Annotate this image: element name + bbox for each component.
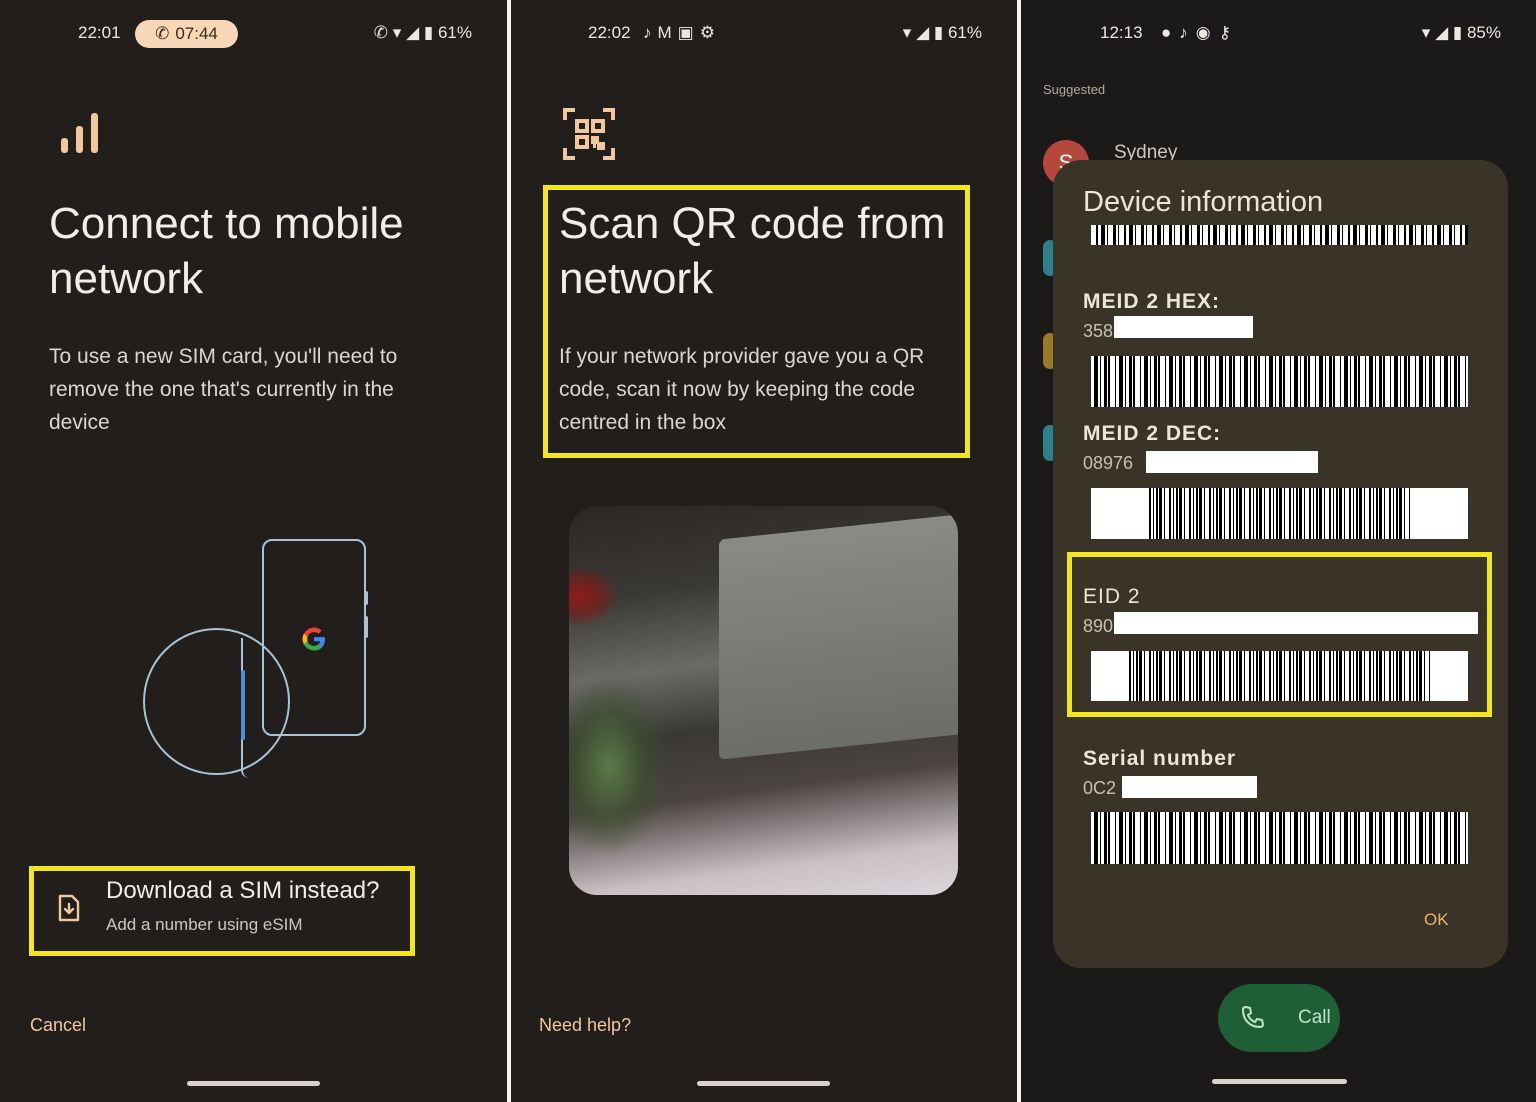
phone-volume-button: [364, 616, 368, 638]
meid-hex-value: 358: [1083, 321, 1114, 341]
serial-number-label: Serial number: [1083, 747, 1237, 770]
setup-connect-mobile-network-screen: 22:01 ✆ 07:44 ✆ ▾ ◢ ▮ 61% Connect to mobi…: [0, 0, 507, 1102]
ok-button[interactable]: OK: [1424, 910, 1449, 930]
gesture-nav-handle[interactable]: [1212, 1079, 1347, 1084]
cell-signal-icon: ◢: [1435, 23, 1449, 42]
messenger-icon: ◉: [1195, 23, 1219, 42]
serial-number-value: 0C2: [1083, 778, 1117, 798]
gesture-nav-handle[interactable]: [697, 1081, 830, 1086]
call-label: Call: [1298, 1007, 1331, 1028]
meid-dec-barcode: [1091, 488, 1468, 539]
cell-signal-icon: ◢: [406, 23, 420, 42]
status-icons: ✆ ▾ ◢ ▮ 61%: [374, 23, 472, 43]
eid-barcode: [1091, 651, 1468, 701]
phone-icon: [1240, 1004, 1266, 1030]
sim-download-icon: [58, 894, 80, 922]
wifi-calling-icon: ✆: [373, 23, 389, 42]
redaction-box: [1146, 451, 1318, 473]
tiktok-icon: ♪: [1179, 23, 1196, 42]
battery-icon: ▮: [1452, 23, 1463, 42]
meid-hex-barcode: [1091, 356, 1468, 407]
ongoing-call-chip[interactable]: ✆ 07:44: [135, 20, 238, 48]
status-bar: 12:13 ●♪◉⚷ ▾ ◢ ▮ 85%: [1021, 20, 1536, 46]
wifi-icon: ▾: [1421, 23, 1431, 42]
sim-tray-magnifier-illustration: [143, 628, 290, 778]
page-title-line2: network: [559, 254, 714, 303]
page-title: Connect to mobile network: [49, 196, 404, 306]
outlook-icon: ▣: [677, 23, 700, 42]
redaction-box: [1114, 612, 1478, 634]
serial-number-barcode: [1091, 812, 1468, 864]
status-bar: 22:02 ♪M▣⚙ ▾ ◢ ▮ 61%: [511, 20, 1017, 46]
call-duration: 07:44: [175, 24, 218, 43]
page-description: To use a new SIM card, you'll need to re…: [49, 345, 398, 434]
battery-icon: ▮: [423, 23, 434, 42]
call-button[interactable]: Call: [1218, 984, 1340, 1052]
meid-dec-label: MEID 2 DEC:: [1083, 422, 1222, 445]
status-icons: ▾ ◢ ▮ 61%: [903, 23, 982, 43]
page-title-line1: Connect to mobile: [49, 199, 404, 248]
signal-bars-icon: [60, 112, 102, 154]
battery-percent: 61%: [437, 23, 472, 42]
phone-icon: ✆: [155, 24, 170, 43]
status-time: 12:13: [1100, 23, 1143, 42]
suggested-contacts-label: Suggested: [1043, 82, 1106, 97]
camera-preview-object: [719, 512, 958, 760]
gmail-icon: M: [657, 23, 678, 42]
phone-side-button: [364, 591, 368, 605]
download-sim-title: Download a SIM instead?: [106, 877, 380, 904]
status-time: 22:01: [78, 23, 121, 42]
cell-signal-icon: ◢: [916, 23, 930, 42]
page-title-line1: Scan QR code from: [559, 199, 946, 248]
wifi-icon: ▾: [902, 23, 912, 42]
page-title-line2: network: [49, 254, 204, 303]
page-description: If your network provider gave you a QR c…: [559, 345, 925, 434]
download-sim-subtitle: Add a number using eSIM: [106, 915, 303, 934]
status-bar: 22:01 ✆ 07:44 ✆ ▾ ◢ ▮ 61%: [0, 20, 507, 48]
redaction-box: [1114, 316, 1253, 338]
eid-label: EID 2: [1083, 585, 1141, 608]
battery-percent: 85%: [1466, 23, 1501, 42]
gesture-nav-handle[interactable]: [187, 1081, 320, 1086]
tiktok-icon: ♪: [643, 23, 658, 42]
cancel-button[interactable]: Cancel: [30, 1015, 86, 1036]
barcode: [1091, 225, 1468, 245]
notification-icons: ●♪◉⚷: [1161, 23, 1239, 43]
google-logo: [300, 625, 328, 653]
settings-gear-icon: ⚙: [699, 23, 721, 42]
redaction-box: [1122, 776, 1257, 798]
need-help-button[interactable]: Need help?: [539, 1015, 631, 1036]
battery-percent: 61%: [947, 23, 982, 42]
meid-dec-value: 08976: [1083, 453, 1134, 473]
page-title: Scan QR code from network: [559, 196, 945, 306]
meid-hex-label: MEID 2 HEX:: [1083, 290, 1221, 313]
key-icon: ⚷: [1218, 23, 1240, 42]
notification-icons: ♪M▣⚙: [643, 23, 721, 43]
sim-tray: [241, 670, 245, 740]
dialog-title: Device information: [1083, 186, 1324, 218]
status-time: 22:02: [588, 23, 631, 42]
status-icons: ▾ ◢ ▮ 85%: [1422, 23, 1501, 43]
chat-icon: ●: [1161, 23, 1180, 42]
battery-icon: ▮: [933, 23, 944, 42]
eid-value: 890: [1083, 616, 1114, 636]
wifi-icon: ▾: [392, 23, 402, 42]
qr-camera-viewfinder[interactable]: [569, 506, 958, 895]
qr-code-icon: [563, 108, 615, 160]
